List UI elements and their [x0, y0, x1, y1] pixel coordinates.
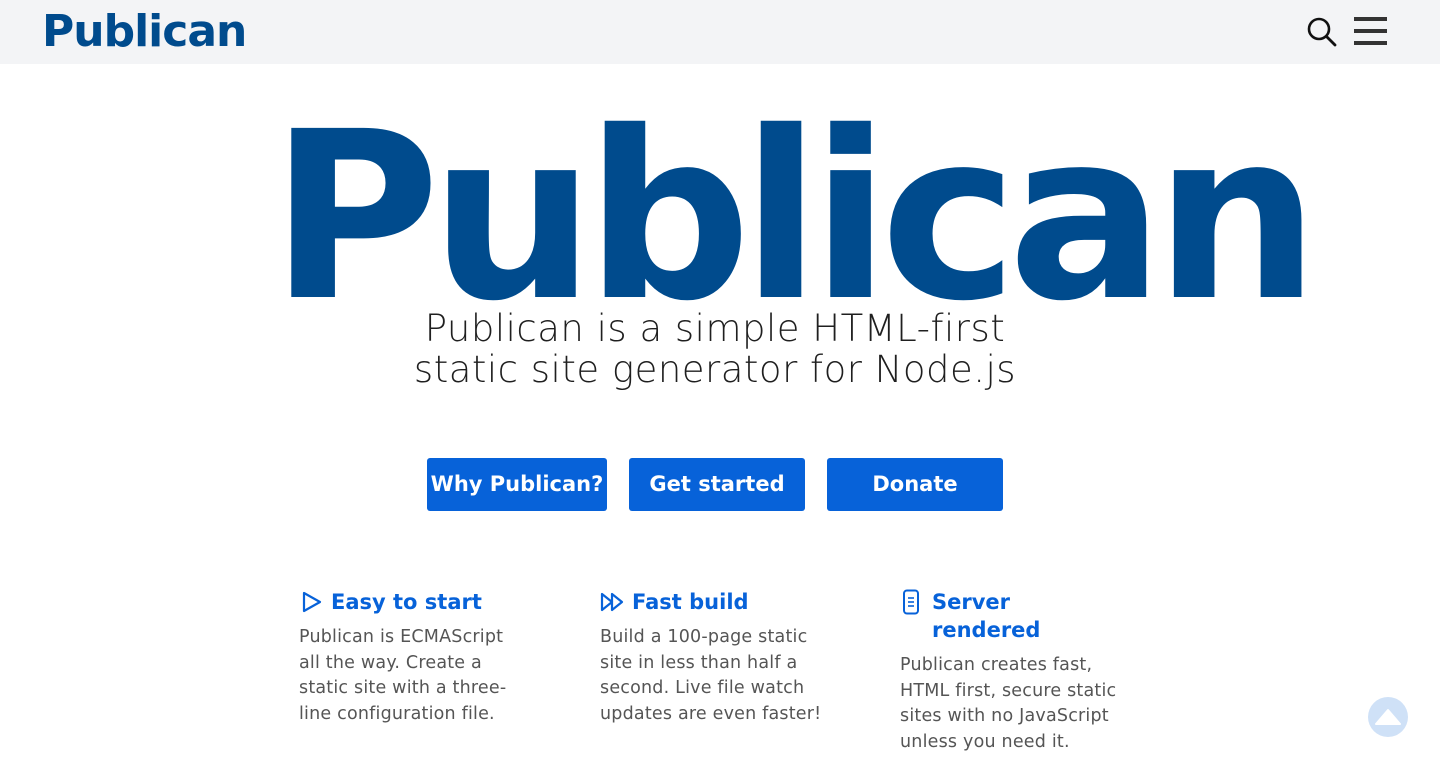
feature-fast-build: Fast build Build a 100-page static site … — [600, 588, 830, 727]
menu-button[interactable] — [1353, 14, 1387, 48]
tagline-line-2: static site generator for Node.js — [413, 348, 1017, 391]
feature-title: Fast build — [600, 588, 830, 616]
site-logo-link[interactable]: Publican — [42, 4, 247, 60]
feature-description: Build a 100-page static site in less tha… — [600, 627, 822, 724]
search-button[interactable] — [1304, 14, 1338, 48]
mobile-phone-icon — [900, 588, 926, 616]
site-header: Publican — [0, 0, 1440, 64]
feature-title-text: Server rendered — [932, 590, 1041, 642]
fast-forward-icon — [600, 588, 626, 616]
feature-title-text: Fast build — [632, 590, 749, 614]
feature-title: Easy to start — [299, 588, 529, 616]
why-publican-button[interactable]: Why Publican? — [427, 458, 607, 511]
tagline-line-1: Publican is a simple HTML-first — [424, 307, 1006, 350]
play-icon — [299, 588, 325, 616]
feature-easy-to-start: Easy to start Publican is ECMAScript all… — [299, 588, 529, 727]
scroll-to-top-button[interactable] — [1368, 697, 1408, 737]
hero-tagline: Publican is a simple HTML-first static s… — [320, 308, 1110, 390]
feature-server-rendered: Server rendered Publican creates fast, H… — [900, 588, 1130, 755]
scroll-to-top-icon — [1375, 709, 1401, 725]
feature-description: Publican is ECMAScript all the way. Crea… — [299, 627, 507, 724]
get-started-button[interactable]: Get started — [629, 458, 805, 511]
feature-title-text: Easy to start — [331, 590, 482, 614]
hero-logo: Publican — [270, 82, 1320, 352]
search-icon — [1307, 17, 1337, 47]
donate-button[interactable]: Donate — [827, 458, 1003, 511]
feature-description: Publican creates fast, HTML first, secur… — [900, 655, 1117, 752]
hamburger-menu-icon — [1354, 17, 1387, 45]
feature-title: Server rendered — [900, 588, 1060, 644]
